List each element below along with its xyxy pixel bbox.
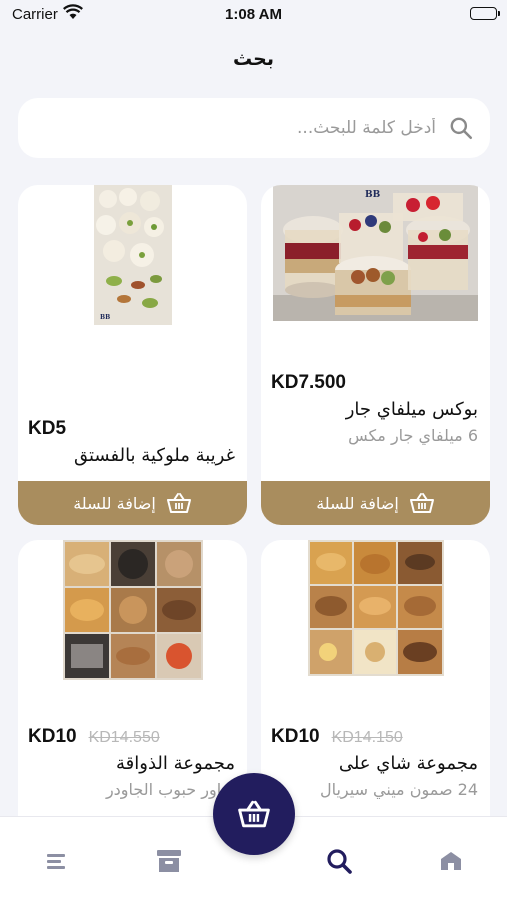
basket-icon xyxy=(166,493,191,513)
svg-text:BB: BB xyxy=(100,314,110,321)
product-price: KD5 xyxy=(28,418,67,439)
add-to-cart-button[interactable]: إضافة للسلة xyxy=(261,481,490,525)
product-image: BB xyxy=(261,185,490,335)
home-icon[interactable] xyxy=(437,847,465,875)
product-image xyxy=(18,540,247,690)
basket-icon xyxy=(409,493,434,513)
search-icon xyxy=(450,117,473,140)
page-title: بحث xyxy=(233,48,274,70)
product-price: KD7.500 xyxy=(271,372,346,393)
product-name: غريبة ملوكية بالفستق xyxy=(73,445,235,466)
clock: 1:08 AM xyxy=(225,6,282,23)
archive-icon[interactable] xyxy=(155,847,183,875)
product-description: ساور حبوب الجاودر xyxy=(105,780,235,799)
basket-icon xyxy=(238,800,270,828)
product-image xyxy=(261,540,490,690)
product-name: مجموعة الذواقة xyxy=(116,753,235,774)
product-name: بوكس ميلفاي جار xyxy=(345,399,478,420)
menu-icon[interactable] xyxy=(43,847,71,875)
product-old-price: KD14.150 xyxy=(331,729,403,746)
status-bar: Carrier 1:08 AM xyxy=(0,0,507,30)
add-to-cart-label: إضافة للسلة xyxy=(73,493,156,513)
product-old-price: KD14.550 xyxy=(88,729,160,746)
product-name: مجموعة شاي على xyxy=(338,753,478,774)
product-image: BB xyxy=(18,185,247,335)
product-price: KD10 xyxy=(271,726,320,747)
search-icon[interactable] xyxy=(325,847,353,875)
svg-text:BB: BB xyxy=(365,190,381,200)
add-to-cart-label: إضافة للسلة xyxy=(316,493,399,513)
product-description: 6 ميلفاي جار مكس xyxy=(348,426,478,445)
add-to-cart-button[interactable]: إضافة للسلة xyxy=(18,481,247,525)
product-card[interactable]: BB KD5 غريبة ملوكية بالفستق إضافة للسلة xyxy=(18,185,247,525)
product-description: 24 صمون ميني سيريال xyxy=(319,780,478,799)
search-input[interactable] xyxy=(18,98,436,158)
search-bar[interactable] xyxy=(18,98,490,158)
product-price: KD10 xyxy=(28,726,77,747)
battery-icon xyxy=(470,7,500,20)
cart-fab-button[interactable] xyxy=(213,773,295,855)
product-card[interactable]: BB KD7.500 بوكس ميلفاي جار 6 ميلفاي جار … xyxy=(261,185,490,525)
